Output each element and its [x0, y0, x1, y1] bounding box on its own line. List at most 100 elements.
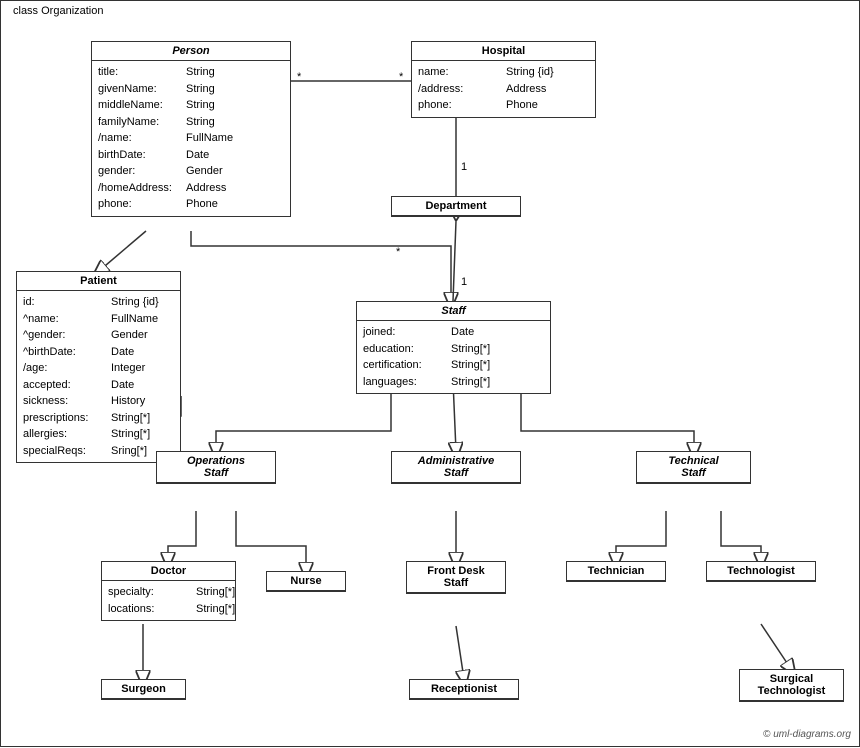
class-patient: Patientid:String {id}^name:FullName^gend… — [16, 271, 181, 463]
attr-name: gender: — [98, 163, 178, 180]
attr-name: sickness: — [23, 393, 103, 410]
class-surgical_technologist: SurgicalTechnologist — [739, 669, 844, 702]
attr-name: accepted: — [23, 377, 103, 394]
attr-row: sickness: History — [23, 393, 174, 410]
attr-type: String — [186, 114, 215, 131]
attr-type: FullName — [111, 311, 158, 328]
attr-row: birthDate:Date — [98, 147, 284, 164]
mult-hospital-person: * — [399, 71, 403, 83]
diagram-title: class Organization — [9, 5, 108, 17]
class-doctor: Doctorspecialty:String[*]locations:Strin… — [101, 561, 236, 621]
attr-type: Address — [186, 180, 226, 197]
copyright-text: © uml-diagrams.org — [763, 729, 851, 740]
attr-row: phone: Phone — [418, 97, 589, 114]
attr-type: String {id} — [506, 64, 554, 81]
class-body-staff: joined: Date education: String[*]certificat… — [357, 321, 550, 393]
attr-name: middleName: — [98, 97, 178, 114]
mult-dept-staff2: * — [396, 246, 400, 258]
mult-hospital-dept: 1 — [461, 161, 467, 173]
attr-name: /age: — [23, 360, 103, 377]
class-surgeon: Surgeon — [101, 679, 186, 700]
attr-name: id: — [23, 294, 103, 311]
class-header-operations_staff: OperationsStaff — [157, 452, 275, 483]
class-header-nurse: Nurse — [267, 572, 345, 591]
attr-row: specialty:String[*] — [108, 584, 229, 601]
attr-type: String {id} — [111, 294, 159, 311]
attr-name: /address: — [418, 81, 498, 98]
class-header-admin_staff: AdministrativeStaff — [392, 452, 520, 483]
attr-name: education: — [363, 341, 443, 358]
attr-type: Gender — [186, 163, 223, 180]
attr-name: name: — [418, 64, 498, 81]
class-header-technologist: Technologist — [707, 562, 815, 581]
attr-name: ^birthDate: — [23, 344, 103, 361]
attr-type: Integer — [111, 360, 145, 377]
attr-type: Gender — [111, 327, 148, 344]
attr-name: givenName: — [98, 81, 178, 98]
attr-row: prescriptions:String[*] — [23, 410, 174, 427]
class-header-person: Person — [92, 42, 290, 61]
attr-row: familyName: String — [98, 114, 284, 131]
attr-row: gender: Gender — [98, 163, 284, 180]
attr-type: Date — [111, 377, 134, 394]
class-body-hospital: name: String {id} /address: Address phone: Ph… — [412, 61, 595, 117]
attr-row: /homeAddress:Address — [98, 180, 284, 197]
attr-name: ^gender: — [23, 327, 103, 344]
class-person: Persontitle:StringgivenName:Stringmiddle… — [91, 41, 291, 217]
class-header-surgeon: Surgeon — [102, 680, 185, 699]
class-header-front_desk: Front DeskStaff — [407, 562, 505, 593]
class-header-surgical_technologist: SurgicalTechnologist — [740, 670, 843, 701]
attr-row: id: String {id} — [23, 294, 174, 311]
class-technologist: Technologist — [706, 561, 816, 582]
attr-row: ^gender: Gender — [23, 327, 174, 344]
attr-name: locations: — [108, 601, 188, 618]
attr-name: languages: — [363, 374, 443, 391]
attr-type: Phone — [186, 196, 218, 213]
attr-type: History — [111, 393, 145, 410]
class-admin_staff: AdministrativeStaff — [391, 451, 521, 484]
attr-type: String[*] — [451, 341, 490, 358]
attr-row: /age: Integer — [23, 360, 174, 377]
attr-row: middleName:String — [98, 97, 284, 114]
attr-type: Date — [111, 344, 134, 361]
class-department: Department — [391, 196, 521, 217]
attr-type: String[*] — [451, 357, 490, 374]
class-hospital: Hospitalname:String {id}/address:Address… — [411, 41, 596, 118]
class-receptionist: Receptionist — [409, 679, 519, 700]
class-header-technical_staff: TechnicalStaff — [637, 452, 750, 483]
attr-type: Date — [451, 324, 474, 341]
class-technician: Technician — [566, 561, 666, 582]
attr-name: familyName: — [98, 114, 178, 131]
attr-name: joined: — [363, 324, 443, 341]
class-header-technician: Technician — [567, 562, 665, 581]
class-header-staff: Staff — [357, 302, 550, 321]
attr-row: /address: Address — [418, 81, 589, 98]
attr-row: name: String {id} — [418, 64, 589, 81]
attr-row: joined: Date — [363, 324, 544, 341]
attr-type: Phone — [506, 97, 538, 114]
attr-name: birthDate: — [98, 147, 178, 164]
class-body-person: title:StringgivenName:StringmiddleName:S… — [92, 61, 290, 216]
diagram-container: class Organization — [0, 0, 860, 747]
attr-name: phone: — [418, 97, 498, 114]
attr-row: languages: String[*] — [363, 374, 544, 391]
class-nurse: Nurse — [266, 571, 346, 592]
attr-name: phone: — [98, 196, 178, 213]
attr-row: givenName:String — [98, 81, 284, 98]
mult-dept-staff: 1 — [461, 276, 467, 288]
attr-row: locations:String[*] — [108, 601, 229, 618]
attr-type: Address — [506, 81, 546, 98]
attr-name: specialty: — [108, 584, 188, 601]
attr-row: accepted: Date — [23, 377, 174, 394]
attr-row: certification:String[*] — [363, 357, 544, 374]
attr-type: String[*] — [196, 601, 235, 618]
class-header-receptionist: Receptionist — [410, 680, 518, 699]
attr-name: specialReqs: — [23, 443, 103, 460]
class-body-doctor: specialty:String[*]locations:String[*] — [102, 581, 235, 620]
attr-name: ^name: — [23, 311, 103, 328]
attr-row: education: String[*] — [363, 341, 544, 358]
class-header-department: Department — [392, 197, 520, 216]
attr-type: Sring[*] — [111, 443, 147, 460]
attr-type: String[*] — [196, 584, 235, 601]
attr-type: String[*] — [451, 374, 490, 391]
